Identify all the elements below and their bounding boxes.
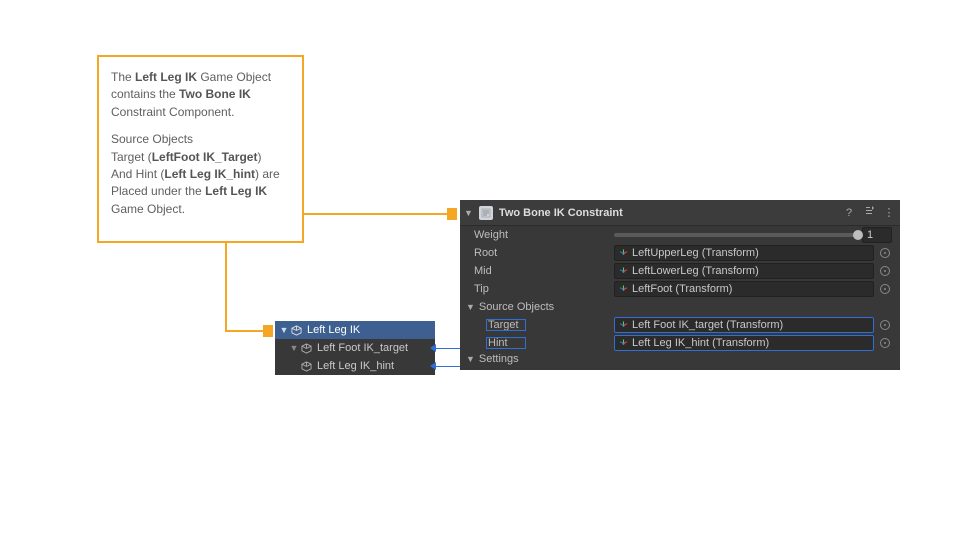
property-root: Root LeftUpperLeg (Transform) (460, 244, 900, 262)
object-picker-icon[interactable] (878, 246, 892, 260)
object-name: LeftUpperLeg (Transform) (632, 247, 759, 259)
annotation-arrow (225, 243, 227, 332)
section-settings[interactable]: ▼ Settings (460, 352, 900, 370)
text: ) (257, 150, 261, 164)
text: Source Objects (111, 132, 193, 146)
property-label: Mid (474, 265, 614, 277)
transform-icon (619, 249, 628, 258)
gameobject-icon (301, 343, 312, 354)
section-label: Settings (479, 353, 519, 365)
property-label: Weight (474, 229, 614, 241)
weight-value-field[interactable]: 1 (862, 227, 892, 243)
annotation-arrowhead (447, 208, 457, 220)
hint-object-field[interactable]: Left Leg IK_hint (Transform) (614, 335, 874, 351)
foldout-icon[interactable]: ▼ (466, 302, 475, 312)
property-label: Tip (474, 283, 614, 295)
object-name: LeftLowerLeg (Transform) (632, 265, 759, 277)
object-picker-icon[interactable] (878, 318, 892, 332)
foldout-icon[interactable]: ▼ (289, 343, 299, 353)
annotation-arrowhead (263, 325, 273, 337)
transform-icon (619, 285, 628, 294)
hierarchy-item-label: Left Leg IK_hint (317, 360, 435, 372)
hierarchy-item-label: Left Foot IK_target (317, 342, 435, 354)
mid-object-field[interactable]: LeftLowerLeg (Transform) (614, 263, 874, 279)
preset-icon[interactable] (862, 205, 876, 220)
tip-object-field[interactable]: LeftFoot (Transform) (614, 281, 874, 297)
property-label: Target (486, 319, 526, 331)
text-bold: Left Leg IK (135, 70, 197, 84)
text: Game Object. (111, 202, 185, 216)
text: And Hint ( (111, 167, 164, 181)
text-bold: Two Bone IK (179, 87, 251, 101)
text: Constraint Component. (111, 105, 234, 119)
transform-icon (619, 339, 628, 348)
object-picker-icon[interactable] (878, 264, 892, 278)
text-bold: Left Leg IK_hint (164, 167, 255, 181)
hierarchy-panel: ▼ Left Leg IK ▼ Left Foot IK_target Left… (275, 321, 435, 375)
object-picker-icon[interactable] (878, 282, 892, 296)
text-bold: Left Leg IK (205, 184, 267, 198)
component-header[interactable]: ▼ Two Bone IK Constraint ? ⋮ (460, 200, 900, 226)
foldout-icon[interactable]: ▼ (279, 325, 289, 335)
hierarchy-item-left-leg-ik[interactable]: ▼ Left Leg IK (275, 321, 435, 339)
section-source-objects[interactable]: ▼ Source Objects (460, 298, 900, 316)
text: Target ( (111, 150, 152, 164)
object-picker-icon[interactable] (878, 336, 892, 350)
transform-icon (619, 321, 628, 330)
root-object-field[interactable]: LeftUpperLeg (Transform) (614, 245, 874, 261)
property-target: Target Left Foot IK_target (Transform) (460, 316, 900, 334)
hierarchy-item-label: Left Leg IK (307, 324, 435, 336)
foldout-icon[interactable]: ▼ (464, 208, 473, 218)
property-weight: Weight 1 (460, 226, 900, 244)
object-name: Left Foot IK_target (Transform) (632, 319, 783, 331)
callout-paragraph-1: The Left Leg IK Game Object contains the… (111, 69, 290, 121)
explanatory-callout: The Left Leg IK Game Object contains the… (97, 55, 304, 243)
slider-thumb[interactable] (853, 230, 863, 240)
gameobject-icon (301, 361, 312, 372)
foldout-icon[interactable]: ▼ (466, 354, 475, 364)
text: The (111, 70, 135, 84)
property-mid: Mid LeftLowerLeg (Transform) (460, 262, 900, 280)
weight-slider[interactable] (614, 233, 858, 237)
object-name: LeftFoot (Transform) (632, 283, 732, 295)
inspector-panel: ▼ Two Bone IK Constraint ? ⋮ Weight 1 Ro… (460, 200, 900, 370)
property-tip: Tip LeftFoot (Transform) (460, 280, 900, 298)
property-label: Root (474, 247, 614, 259)
target-object-field[interactable]: Left Foot IK_target (Transform) (614, 317, 874, 333)
object-name: Left Leg IK_hint (Transform) (632, 337, 769, 349)
script-icon (479, 206, 493, 220)
component-title: Two Bone IK Constraint (499, 207, 836, 219)
hierarchy-item-left-leg-ik-hint[interactable]: Left Leg IK_hint (275, 357, 435, 375)
menu-icon[interactable]: ⋮ (882, 206, 896, 219)
help-icon[interactable]: ? (842, 207, 856, 219)
annotation-arrow (225, 330, 265, 332)
transform-icon (619, 267, 628, 276)
property-label: Hint (486, 337, 526, 349)
annotation-arrow (304, 213, 449, 215)
text-bold: LeftFoot IK_Target (152, 150, 258, 164)
gameobject-icon (291, 325, 302, 336)
property-hint: Hint Left Leg IK_hint (Transform) (460, 334, 900, 352)
section-label: Source Objects (479, 301, 554, 313)
callout-paragraph-2: Source Objects Target (LeftFoot IK_Targe… (111, 131, 290, 218)
hierarchy-item-left-foot-ik-target[interactable]: ▼ Left Foot IK_target (275, 339, 435, 357)
